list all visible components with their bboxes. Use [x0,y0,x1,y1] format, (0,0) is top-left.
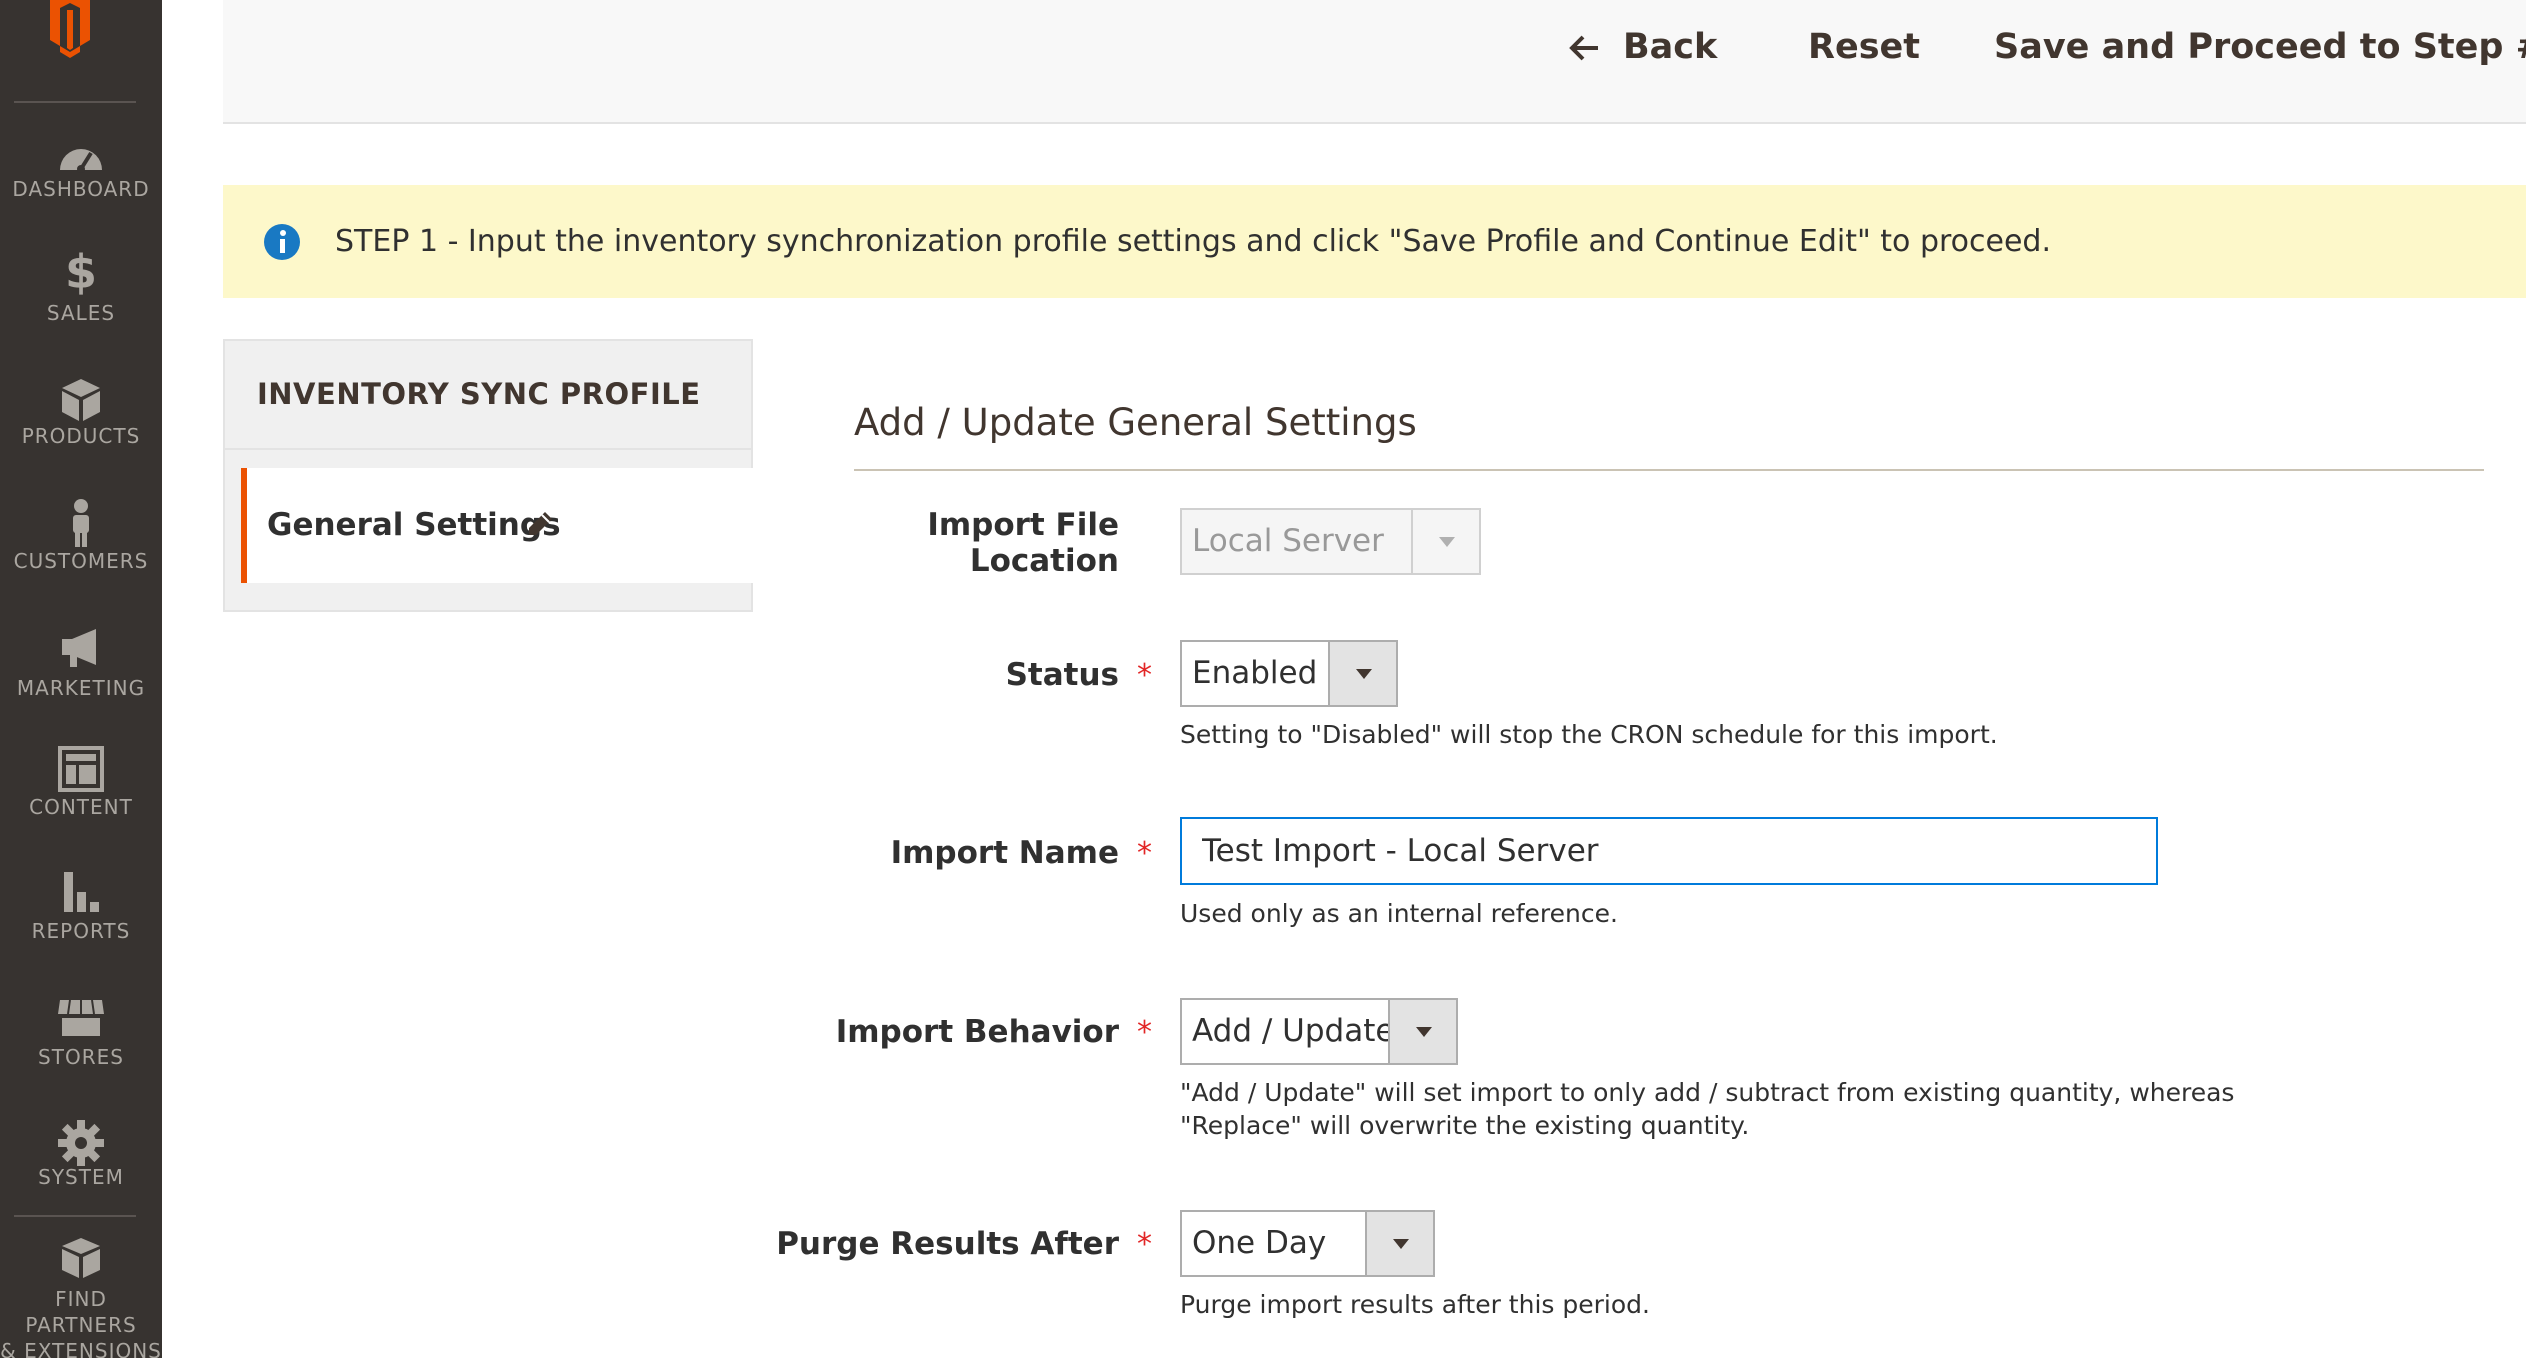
chevron-down-icon [1439,537,1455,547]
import-file-location-label: Import File Location [927,507,1119,579]
magento-logo[interactable] [0,0,162,100]
reset-button[interactable]: Reset [1808,22,1920,72]
menu-label: CONTENT [29,795,133,819]
select-value: Enabled [1192,655,1318,691]
layout-icon [58,746,104,792]
purge-results-note: Purge import results after this period. [1180,1290,1650,1319]
box-icon [62,379,100,421]
tabs-divider [225,448,751,450]
save-proceed-button[interactable]: Save and Proceed to Step #2 [1994,22,2526,72]
menu-label: STORES [38,1045,124,1069]
chevron-down-icon [1393,1239,1409,1249]
bar-chart-icon [64,872,99,912]
tabs-title: INVENTORY SYNC PROFILE [257,377,701,411]
select-value: Add / Update [1192,1013,1395,1049]
required-marker: * [1137,836,1152,871]
status-note: Setting to "Disabled" will stop the CRON… [1180,720,1998,749]
info-icon [264,224,300,260]
back-label: Back [1623,27,1718,67]
gear-icon [58,1120,104,1166]
select-toggle[interactable] [1365,1212,1433,1275]
status-select[interactable]: Enabled [1180,640,1398,707]
megaphone-icon [62,629,96,667]
status-label: Status [1005,657,1119,693]
select-toggle [1411,510,1479,573]
import-behavior-label: Import Behavior [835,1014,1119,1050]
section-title: Add / Update General Settings [854,401,1417,444]
purge-results-select[interactable]: One Day [1180,1210,1435,1277]
select-toggle[interactable] [1328,642,1396,705]
menu-item-content[interactable]: CONTENT [0,744,162,864]
menu-item-marketing[interactable]: MARKETING [0,625,162,745]
menu-label: PRODUCTS [21,424,141,448]
import-name-input[interactable] [1180,817,2158,885]
info-message: STEP 1 - Input the inventory synchroniza… [223,185,2526,298]
pencil-icon [529,512,552,535]
menu-label: DASHBOARD [12,177,150,201]
menu-label: FIND PARTNERS & EXTENSIONS [0,1287,162,1358]
menu-label: SYSTEM [38,1165,124,1189]
import-behavior-note: "Replace" will overwrite the existing qu… [1180,1111,1750,1140]
tab-label: General Settings [267,507,561,543]
required-marker: * [1137,1015,1152,1050]
blocks-icon [62,1238,100,1278]
person-icon [73,499,89,547]
storefront-icon [58,999,104,1036]
menu-label: SALES [46,301,116,325]
menu-item-reports[interactable]: REPORTS [0,868,162,988]
admin-menu: DASHBOARD $ SALES PRODUCTS CUSTOMERS MAR… [0,0,162,1358]
logo-icon [50,0,90,58]
menu-item-dashboard[interactable]: DASHBOARD [0,132,162,252]
select-value: One Day [1192,1225,1327,1261]
dollar-icon: $ [64,245,97,299]
page-actions-bar: Back Reset Save and Proceed to Step #2 [223,0,2526,124]
menu-item-sales[interactable]: $ SALES [0,245,162,370]
arrow-left-icon [1569,35,1598,61]
menu-item-stores[interactable]: STORES [0,994,162,1114]
select-value: Local Server [1192,523,1384,559]
import-name-note: Used only as an internal reference. [1180,899,1618,928]
menu-label: REPORTS [31,919,131,943]
required-marker: * [1137,1227,1152,1262]
menu-item-find-partners[interactable]: FIND PARTNERS & EXTENSIONS [0,1236,162,1358]
import-name-label: Import Name [890,835,1119,871]
dashboard-icon [60,149,102,173]
menu-item-products[interactable]: PRODUCTS [0,375,162,495]
select-toggle[interactable] [1388,1000,1456,1063]
purge-results-label: Purge Results After [776,1226,1119,1262]
import-behavior-note: "Add / Update" will set import to only a… [1180,1078,2235,1107]
import-behavior-select[interactable]: Add / Update [1180,998,1458,1065]
menu-item-system[interactable]: SYSTEM [0,1118,162,1238]
menu-item-customers[interactable]: CUSTOMERS [0,498,162,618]
import-file-location-select: Local Server [1180,508,1481,575]
required-marker: * [1137,658,1152,693]
menu-label: CUSTOMERS [13,549,149,573]
menu-divider [14,1215,136,1217]
profile-tabs: INVENTORY SYNC PROFILE General Settings [223,339,753,612]
menu-divider [14,101,136,103]
message-text: STEP 1 - Input the inventory synchroniza… [335,224,2052,259]
chevron-down-icon [1416,1027,1432,1037]
section-divider [854,469,2484,471]
tab-general-settings[interactable]: General Settings [241,468,753,583]
chevron-down-icon [1356,669,1372,679]
menu-label: MARKETING [16,676,146,700]
